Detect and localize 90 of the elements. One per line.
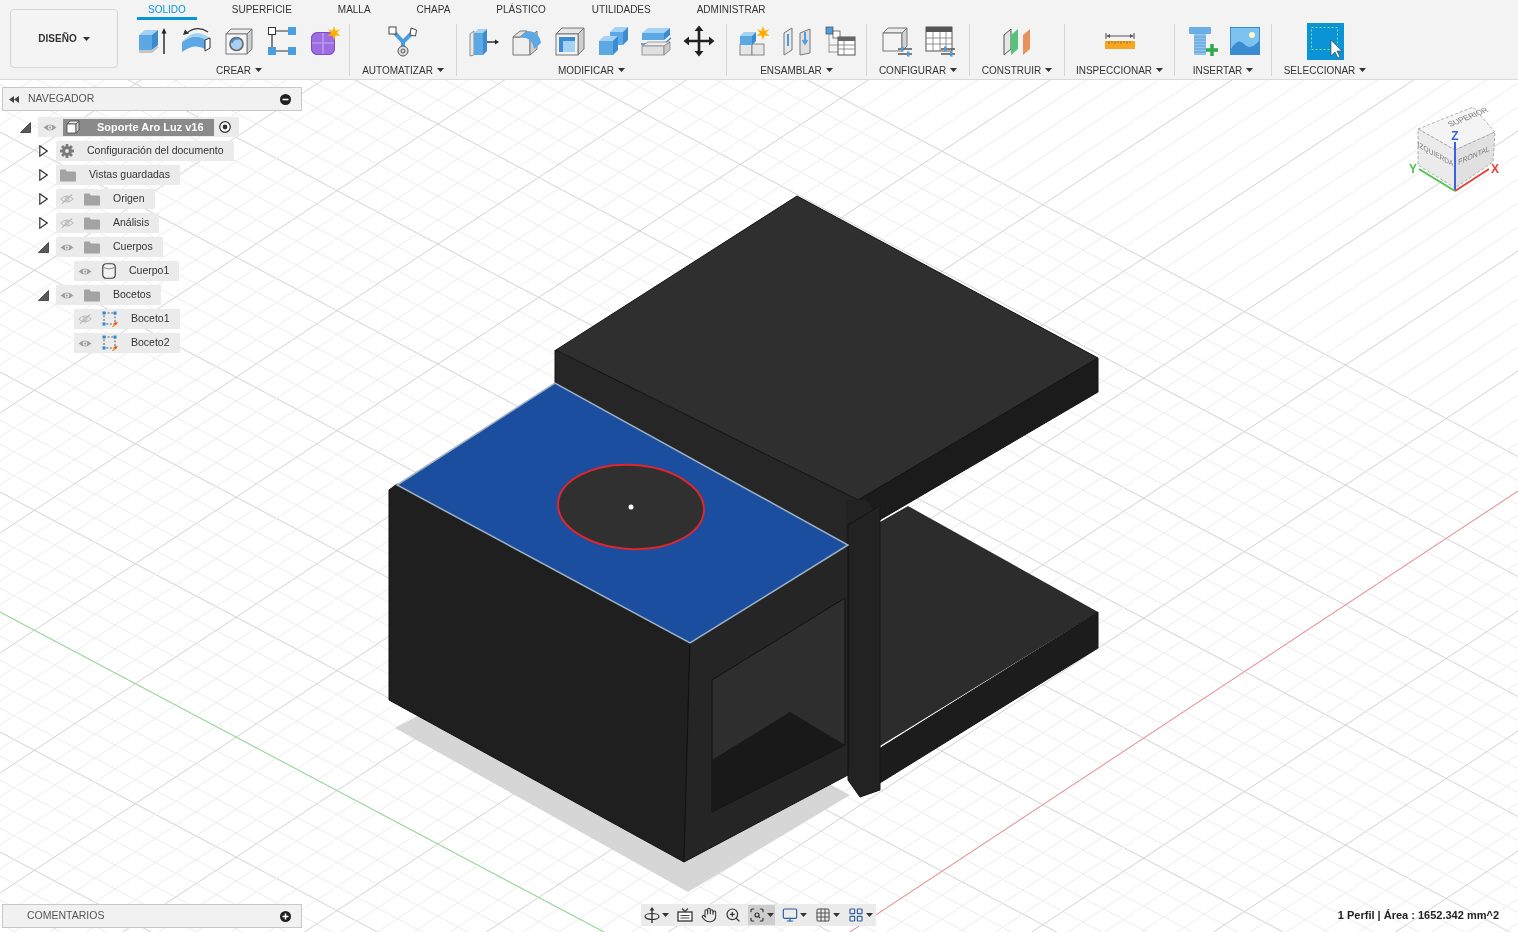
- stacked-cubes-icon[interactable]: [597, 25, 629, 57]
- folder-icon: [60, 168, 76, 182]
- sparkle-shape-icon[interactable]: [309, 25, 341, 57]
- hole-block-icon[interactable]: [223, 25, 255, 57]
- cylinder-icon: [102, 263, 116, 279]
- caret-icon: [618, 68, 626, 72]
- triangle-icon[interactable]: [38, 217, 48, 229]
- scan-magnifier-icon[interactable]: [749, 907, 765, 923]
- group-menu-button[interactable]: AUTOMATIZAR: [362, 63, 444, 77]
- workspace-button[interactable]: DISEÑO: [10, 9, 118, 68]
- bolt-plus-icon[interactable]: [1186, 25, 1219, 57]
- caret-icon: [950, 68, 958, 72]
- move-arrows-icon[interactable]: [683, 25, 715, 57]
- toolbar-tab[interactable]: ADMINISTRAR: [685, 0, 777, 20]
- tree-item[interactable]: Origen: [56, 189, 155, 209]
- group-menu-button[interactable]: CONFIGURAR: [878, 63, 958, 77]
- caret-icon: [1045, 68, 1053, 72]
- four-squares-icon[interactable]: [848, 907, 864, 923]
- view-tool-button[interactable]: [748, 905, 775, 925]
- triangle-icon[interactable]: [19, 121, 31, 133]
- box-sliders-icon[interactable]: [880, 25, 913, 57]
- grid-icon[interactable]: [815, 907, 831, 923]
- tree-item[interactable]: Boceto1: [74, 309, 180, 329]
- select-cursor-icon[interactable]: [1306, 22, 1344, 60]
- fork-node-icon[interactable]: [387, 25, 419, 57]
- caret-icon: [255, 68, 262, 72]
- view-tool-button[interactable]: [814, 905, 841, 925]
- triangle-icon[interactable]: [38, 169, 48, 181]
- collapse-arrows-icon[interactable]: [9, 95, 19, 103]
- hollow-box-icon[interactable]: [554, 25, 586, 57]
- group-menu-button[interactable]: INSERTAR: [1192, 63, 1254, 77]
- tree-item[interactable]: Bocetos: [56, 285, 161, 305]
- group-menu-button[interactable]: SELECCIONAR: [1283, 63, 1367, 77]
- folder-icon: [84, 216, 100, 230]
- view-tool-button[interactable]: [781, 905, 808, 925]
- folder-icon: [84, 192, 100, 206]
- split-block-icon[interactable]: [640, 25, 672, 57]
- toolbar-tab[interactable]: MALLA: [326, 0, 382, 20]
- axis-label: X: [1491, 162, 1499, 176]
- tree-item[interactable]: Configuración del documento: [56, 141, 234, 161]
- triangle-icon[interactable]: [37, 289, 49, 301]
- status-text: 1 Perfil | Área : 1652.342 mm^2: [1337, 907, 1499, 923]
- view-tool-button[interactable]: [643, 905, 670, 925]
- ruler-icon[interactable]: [1104, 33, 1135, 49]
- caret-icon: [82, 36, 90, 41]
- sketch-icon: [102, 335, 118, 351]
- axis-label: Y: [1409, 162, 1417, 176]
- center-point-icon: [628, 504, 634, 510]
- toolbar-tab[interactable]: UTILIDADES: [580, 0, 662, 20]
- tree-item[interactable]: Cuerpo1: [74, 261, 180, 281]
- table-tree-icon[interactable]: [823, 25, 856, 57]
- toolbar-tab[interactable]: PLÁSTICO: [485, 0, 557, 20]
- monitor-icon[interactable]: [782, 907, 798, 923]
- minus-circle-icon[interactable]: [280, 93, 291, 105]
- tree-item[interactable]: Vistas guardadas: [56, 165, 180, 185]
- image-icon[interactable]: [1229, 27, 1260, 55]
- group-menu-button[interactable]: MODIFICAR: [557, 63, 626, 77]
- panel-title: NAVEGADOR: [28, 91, 95, 107]
- axis-label: Z: [1451, 129, 1459, 143]
- caret-icon: [1156, 68, 1164, 72]
- joint-panels-icon[interactable]: [780, 25, 813, 57]
- radio-icon[interactable]: [218, 121, 231, 133]
- caret-icon: [1246, 68, 1254, 72]
- triangle-icon[interactable]: [38, 193, 48, 205]
- table-sliders-icon[interactable]: [923, 25, 956, 57]
- orbit-icon[interactable]: [644, 907, 660, 923]
- tree-item[interactable]: Análisis: [56, 213, 160, 233]
- squares-pattern-icon[interactable]: [266, 25, 298, 57]
- plus-circle-icon[interactable]: [280, 910, 291, 922]
- triangle-icon[interactable]: [38, 145, 48, 157]
- folder-icon: [84, 288, 100, 302]
- cube-icon: [66, 120, 80, 134]
- sketch-icon: [102, 311, 118, 327]
- group-menu-button[interactable]: ENSAMBLAR: [760, 63, 833, 77]
- group-menu-button[interactable]: CREAR: [216, 63, 262, 77]
- gear-icon: [60, 144, 74, 158]
- triangle-icon[interactable]: [37, 241, 49, 253]
- caret-icon: [1359, 68, 1367, 72]
- view-tool-button[interactable]: [847, 905, 874, 925]
- group-menu-button[interactable]: CONSTRUIR: [981, 63, 1053, 77]
- folder-icon: [84, 240, 100, 254]
- toolbar-tab[interactable]: SUPERFICIE: [220, 0, 303, 20]
- tree-item[interactable]: Cuerpos: [56, 237, 163, 257]
- toolbar-tab[interactable]: CHAPA: [405, 0, 462, 20]
- cube-sparkle-icon[interactable]: [737, 25, 770, 57]
- tree-item[interactable]: Boceto2: [74, 333, 180, 353]
- caret-icon: [825, 68, 833, 72]
- caret-icon: [436, 68, 444, 72]
- panel-title: COMENTARIOS: [27, 908, 105, 924]
- group-menu-button[interactable]: INSPECCIONAR: [1075, 63, 1164, 77]
